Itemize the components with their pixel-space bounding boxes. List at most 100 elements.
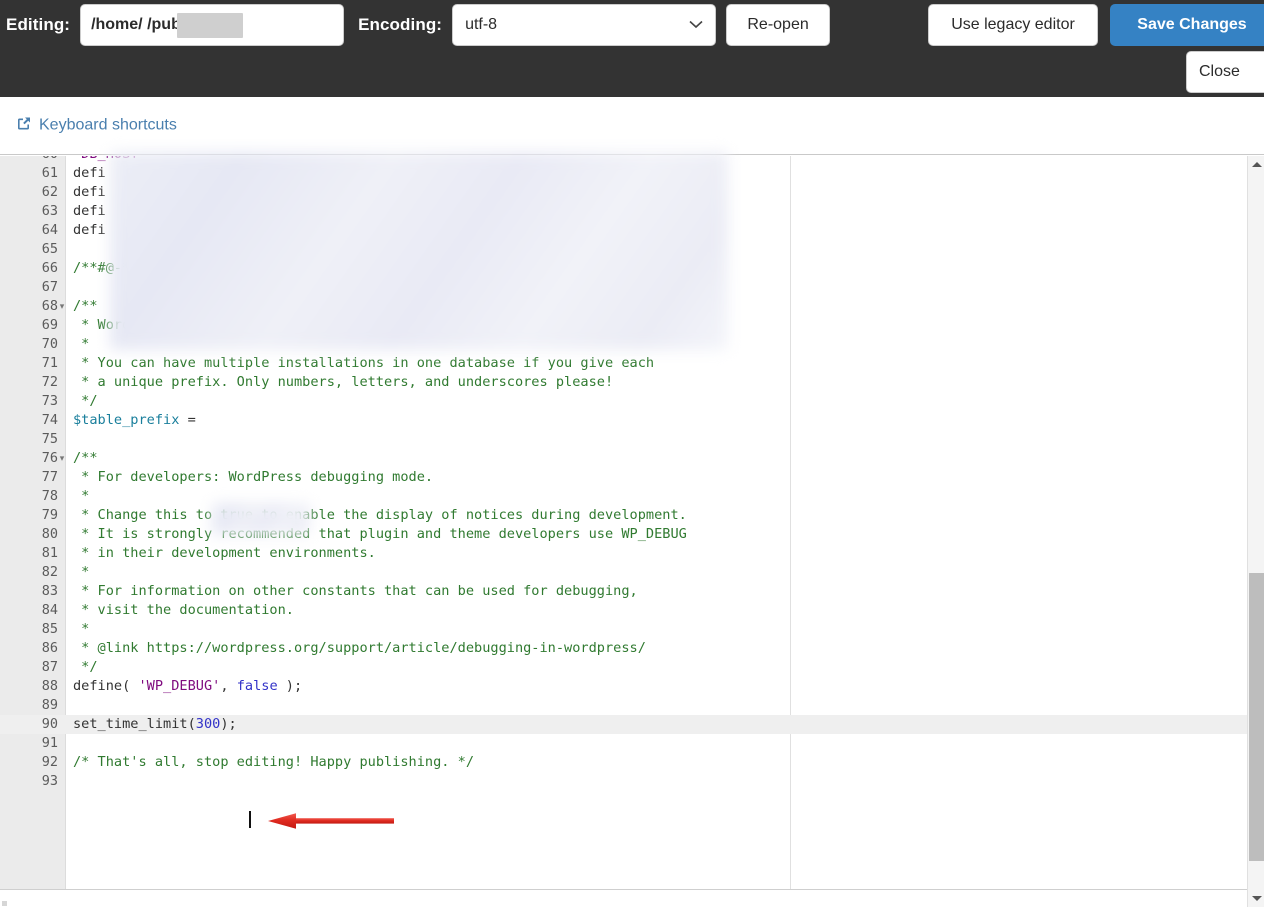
code-line[interactable]: 93 [0,772,1247,791]
code-line[interactable]: 77 * For developers: WordPress debugging… [0,468,1247,487]
line-number: 63 [41,203,58,219]
code-line[interactable]: 80 * It is strongly recommended that plu… [0,525,1247,544]
code-text: * [73,564,90,580]
reopen-button[interactable]: Re-open [726,4,831,46]
encoding-label: Encoding: [358,15,443,34]
use-legacy-editor-button[interactable]: Use legacy editor [928,4,1098,46]
line-number: 78 [41,488,58,504]
code-line[interactable]: 61 defi [0,164,1247,183]
line-number: 70 [41,336,58,352]
code-line[interactable]: 84 * visit the documentation. [0,601,1247,620]
horizontal-scrollbar[interactable] [0,889,1247,907]
code-text: */ [73,659,98,675]
code-line[interactable]: 73 */ [0,392,1247,411]
code-text: /** [73,450,98,466]
code-text: set_time_limit(300); [73,716,237,732]
close-button[interactable]: Close [1186,51,1264,93]
code-line[interactable]: 91 [0,734,1247,753]
vertical-scrollbar[interactable] [1247,156,1264,907]
code-text: * You can have multiple installations in… [73,355,655,371]
code-text: 'DB_HOST' [73,156,147,164]
code-line[interactable]: 70 * [0,335,1247,354]
line-number: 62 [41,184,58,200]
keyboard-shortcuts-link[interactable]: Keyboard shortcuts [16,115,177,136]
code-line[interactable]: 63 defi [0,202,1247,221]
line-number: 72 [41,374,58,390]
code-line[interactable]: 67 [0,278,1247,297]
line-number: 73 [41,393,58,409]
keyboard-shortcuts-label: Keyboard shortcuts [39,116,177,134]
code-line[interactable]: 66 /**#@-*/ [0,259,1247,278]
code-text: * Change this to true to enable the disp… [73,507,687,523]
code-line[interactable]: 62 defi [0,183,1247,202]
line-number: 65 [41,241,58,257]
code-text: * visit the documentation. [73,602,294,618]
save-changes-button[interactable]: Save Changes [1110,4,1264,46]
code-text: /**#@-*/ [73,260,139,276]
line-number: 80 [41,526,58,542]
line-number: 84 [41,602,58,618]
code-line[interactable]: 85 * [0,620,1247,639]
external-link-icon [16,115,32,136]
code-text: */ [73,393,98,409]
line-number: 86 [41,640,58,656]
code-editor[interactable]: 60 'DB_HOST' 61 defi 62 defi 63 defi 64 defi 65 66 /… [0,156,1247,889]
code-line[interactable]: 92 /* That's all, stop editing! Happy pub… [0,753,1247,772]
save-changes-label: Save Changes [1137,16,1247,33]
code-text: * For developers: WordPress debugging mo… [73,469,434,485]
line-number: 74 [41,412,58,428]
line-number: 69 [41,317,58,333]
code-line[interactable]: 72 * a unique prefix. Only numbers, lett… [0,373,1247,392]
code-text: defi [73,165,106,181]
code-line[interactable]: 81 * in their development environments. [0,544,1247,563]
code-line[interactable]: 78 * [0,487,1247,506]
file-path-redaction [177,13,244,38]
code-line[interactable]: 86 * @link https://wordpress.org/support… [0,639,1247,658]
line-number: 66 [41,260,58,276]
code-text: /** [73,298,98,314]
close-button-label: Close [1199,63,1240,80]
encoding-select[interactable]: utf-8 [452,4,717,46]
line-number: 76 [41,450,58,466]
line-number: 60 [0,156,58,164]
editor-toolbar: Keyboard shortcuts [0,97,1264,238]
line-number: 85 [41,621,58,637]
code-line[interactable]: 74 $table_prefix = [0,411,1247,430]
code-line[interactable]: 88 define( 'WP_DEBUG', false ); [0,677,1247,696]
code-text: * [73,336,90,352]
code-text: $table_prefix = [73,412,204,428]
line-number: 92 [41,754,58,770]
code-line[interactable]: 82 * [0,563,1247,582]
code-line[interactable]: 79 * Change this to true to enable the d… [0,506,1247,525]
line-number: 89 [41,697,58,713]
code-line[interactable]: 69 * WordPress Database Table prefix. [0,316,1247,335]
code-text: defi [73,203,106,219]
code-line[interactable]: 71 * You can have multiple installations… [0,354,1247,373]
code-line[interactable]: 76 ▾ /** [0,449,1247,468]
line-number: 83 [41,583,58,599]
line-number: 67 [41,279,58,295]
horizontal-scrollbar-thumb[interactable] [2,901,7,906]
code-line[interactable]: 64 defi [0,221,1247,240]
code-line-active[interactable]: 90 set_time_limit(300); [0,715,1247,734]
code-fold-toggle-icon[interactable]: ▾ [57,449,67,468]
scroll-down-button[interactable] [1248,890,1264,907]
code-line[interactable]: 60 'DB_HOST' [0,156,1247,164]
code-fold-toggle-icon[interactable]: ▾ [57,297,67,316]
vertical-scrollbar-thumb[interactable] [1249,573,1264,861]
code-line[interactable]: 75 [0,430,1247,449]
scroll-up-button[interactable] [1248,156,1264,173]
code-line[interactable]: 65 [0,240,1247,259]
code-line[interactable]: 68 ▾ /** [0,297,1247,316]
code-line[interactable]: 87 */ [0,658,1247,677]
line-number: 81 [41,545,58,561]
code-text: * [73,488,90,504]
code-line[interactable]: 89 [0,696,1247,715]
file-path-field[interactable]: /home/ /public_htr [80,4,345,46]
editor-topbar: Editing: /home/ /public_htr Encoding: ut… [0,0,1264,97]
code-text: * For information on other constants tha… [73,583,638,599]
encoding-value: utf-8 [465,16,498,33]
code-line[interactable]: 83 * For information on other constants … [0,582,1247,601]
code-text: * a unique prefix. Only numbers, letters… [73,374,614,390]
line-number: 79 [41,507,58,523]
